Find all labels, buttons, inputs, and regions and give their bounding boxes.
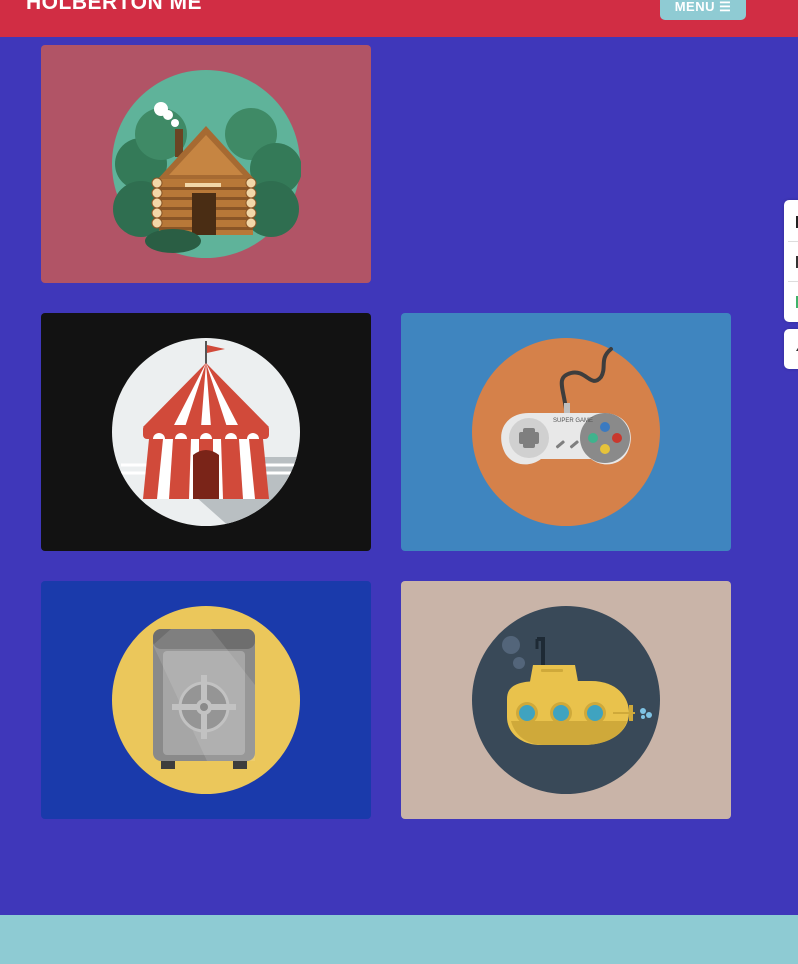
menu-button[interactable]: MENU ☰	[660, 0, 746, 20]
portfolio-item-safe[interactable]	[41, 581, 371, 819]
portfolio-item-log-cabin[interactable]	[41, 45, 371, 283]
portfolio-item-submarine[interactable]	[401, 581, 731, 819]
portfolio-item-game-controller[interactable]: SUPER GAME	[401, 313, 731, 551]
scroll-up-button[interactable]	[784, 329, 798, 369]
game-controller-icon: SUPER GAME	[472, 338, 660, 526]
log-cabin-icon	[112, 70, 301, 258]
submarine-icon	[472, 606, 660, 794]
footer	[0, 915, 798, 964]
safe-icon	[112, 606, 300, 794]
controller-brand-text: SUPER GAME	[553, 418, 593, 424]
circus-tent-icon	[112, 338, 300, 526]
portfolio-item-circus-tent[interactable]	[41, 313, 371, 551]
share-sidebar	[784, 200, 798, 322]
top-navbar: HOLBERTON ME MENU ☰	[0, 0, 798, 37]
brand-logo-text[interactable]: HOLBERTON ME	[26, 0, 202, 15]
